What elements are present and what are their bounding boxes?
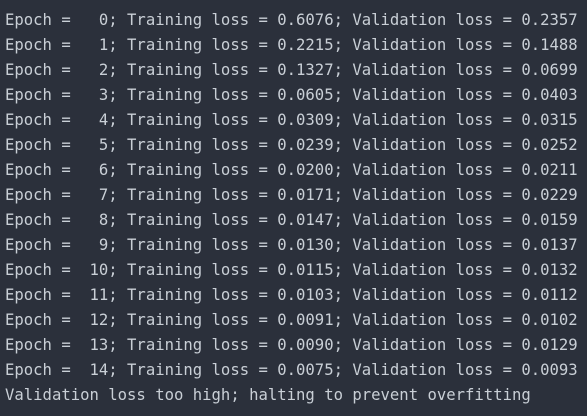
log-line-epoch-6: Epoch = 6; Training loss = 0.0200; Valid… — [5, 161, 578, 179]
log-line-epoch-1: Epoch = 1; Training loss = 0.2215; Valid… — [5, 36, 578, 54]
log-line-epoch-3: Epoch = 3; Training loss = 0.0605; Valid… — [5, 86, 578, 104]
log-line-epoch-2: Epoch = 2; Training loss = 0.1327; Valid… — [5, 61, 578, 79]
log-line-epoch-13: Epoch = 13; Training loss = 0.0090; Vali… — [5, 336, 578, 354]
log-line-epoch-8: Epoch = 8; Training loss = 0.0147; Valid… — [5, 211, 578, 229]
console-output: Epoch = 0; Training loss = 0.6076; Valid… — [0, 0, 587, 416]
log-line-halt-message: Validation loss too high; halting to pre… — [5, 386, 531, 404]
log-line-epoch-0: Epoch = 0; Training loss = 0.6076; Valid… — [5, 11, 578, 29]
log-line-epoch-10: Epoch = 10; Training loss = 0.0115; Vali… — [5, 261, 578, 279]
log-line-epoch-4: Epoch = 4; Training loss = 0.0309; Valid… — [5, 111, 578, 129]
log-line-epoch-12: Epoch = 12; Training loss = 0.0091; Vali… — [5, 311, 578, 329]
log-line-epoch-14: Epoch = 14; Training loss = 0.0075; Vali… — [5, 361, 578, 379]
log-line-epoch-11: Epoch = 11; Training loss = 0.0103; Vali… — [5, 286, 578, 304]
log-line-epoch-9: Epoch = 9; Training loss = 0.0130; Valid… — [5, 236, 578, 254]
log-line-epoch-5: Epoch = 5; Training loss = 0.0239; Valid… — [5, 136, 578, 154]
log-line-epoch-7: Epoch = 7; Training loss = 0.0171; Valid… — [5, 186, 578, 204]
